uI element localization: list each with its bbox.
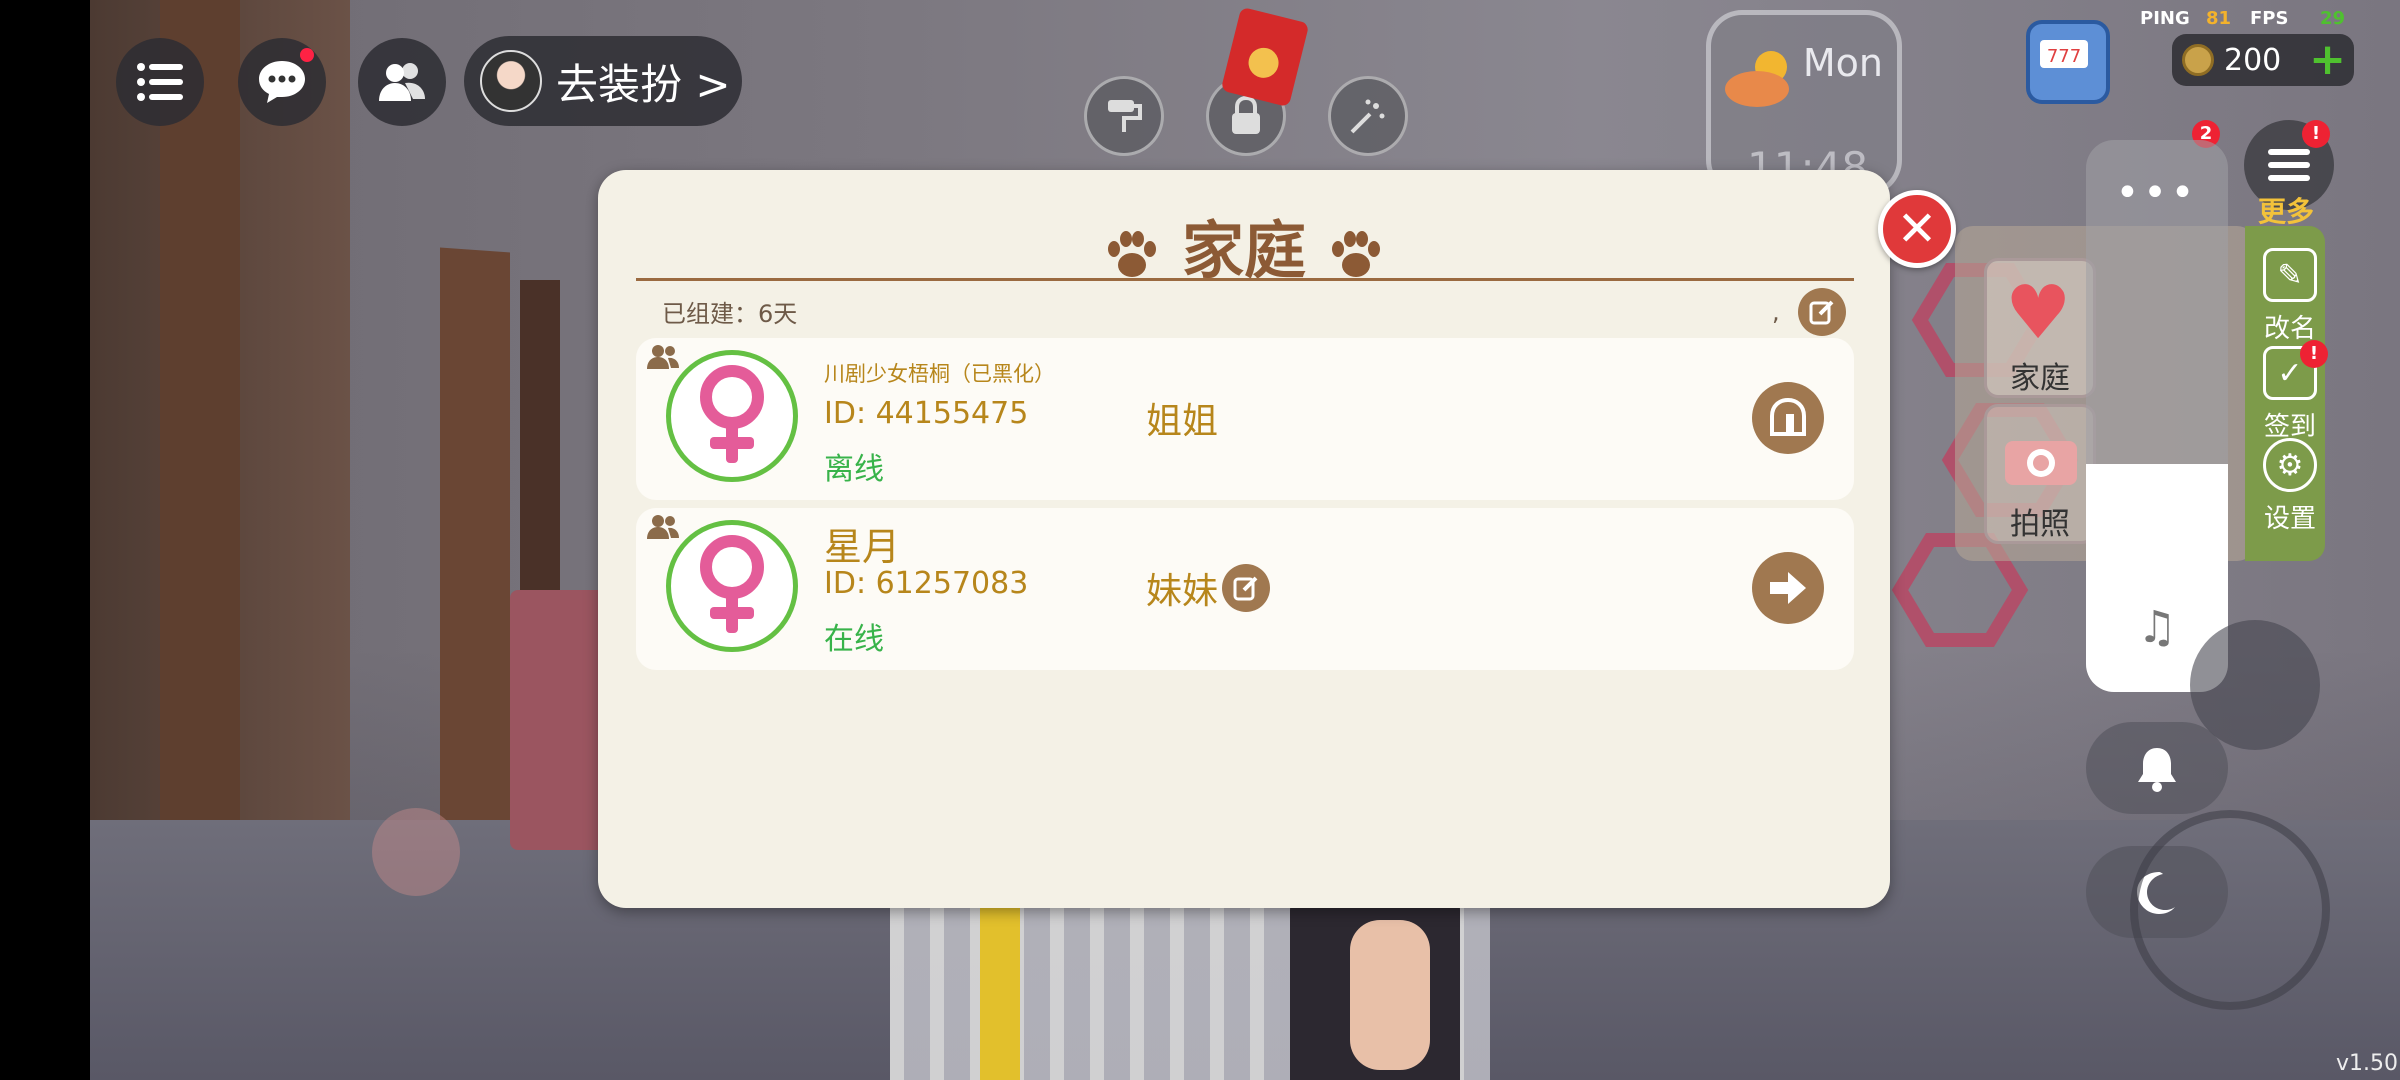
notification-dot — [300, 48, 314, 62]
settings-button[interactable]: ⚙ 设置 — [2240, 438, 2340, 535]
dialog-title-row: 家庭 — [598, 200, 1890, 290]
settings-label: 设置 — [2263, 504, 2316, 534]
member-card: 星月 ID: 61257083 在线 妹妹 — [636, 508, 1854, 670]
lock-icon — [1232, 96, 1260, 134]
family-tile-label: 家庭 — [2010, 361, 2070, 396]
more-alert-badge: ! — [2302, 120, 2330, 148]
member-relation: 姐姐 — [1146, 401, 1219, 442]
rename-label: 改名 — [2263, 314, 2316, 344]
ping-label: PING — [2140, 8, 2190, 29]
member-card: 川剧少女梧桐（已黑化） ID: 44155475 离线 姐姐 — [636, 338, 1854, 500]
gear-icon: ⚙ — [2263, 438, 2317, 492]
jump-joystick[interactable] — [2130, 810, 2330, 1010]
add-coins-button[interactable]: + — [2309, 38, 2346, 82]
friends-icon — [379, 63, 425, 101]
friends-button[interactable] — [358, 38, 446, 126]
member-name: 星月 — [824, 525, 901, 569]
female-icon — [700, 365, 764, 463]
member-avatar[interactable] — [666, 350, 798, 482]
coin-balance: 200 + — [2172, 34, 2354, 86]
coin-amount: 200 — [2224, 42, 2282, 78]
heart-icon: ♥ — [2005, 270, 2072, 356]
paint-roller-icon — [1108, 100, 1142, 132]
close-icon: ✕ — [1896, 201, 1938, 257]
group-icon — [647, 515, 679, 539]
dialog-title: 家庭 — [1181, 214, 1306, 287]
member-avatar[interactable] — [666, 520, 798, 652]
family-dialog: 家庭 已组建：6天 , 川剧少女梧桐（已黑化） ID: 44155475 离线 — [598, 170, 1890, 908]
more-dots-icon[interactable]: ••• — [2086, 170, 2228, 216]
paint-roller-button[interactable] — [1084, 76, 1164, 156]
family-founded-text: 已组建：6天 — [662, 300, 798, 328]
backpack-button[interactable] — [2190, 620, 2320, 750]
member-status: 在线 — [824, 622, 884, 657]
slot-machine-button[interactable]: 777 — [2026, 20, 2110, 104]
group-icon — [647, 345, 679, 369]
photo-tile-button[interactable]: 拍照 — [1984, 404, 2096, 544]
edit-family-button[interactable] — [1798, 288, 1846, 336]
title-divider — [636, 278, 1854, 281]
list-icon — [2268, 149, 2310, 181]
member-status: 离线 — [824, 452, 884, 487]
arrow-right-icon — [1770, 572, 1806, 604]
coin-icon — [2182, 44, 2214, 76]
knock-door-button[interactable] — [1752, 382, 1824, 454]
bell-button[interactable] — [2086, 722, 2228, 814]
photo-tile-label: 拍照 — [2010, 507, 2070, 542]
paw-icon — [1332, 230, 1380, 277]
family-tile-button[interactable]: ♥ 家庭 — [1984, 258, 2096, 398]
member-id: ID: 61257083 — [824, 566, 1029, 601]
edit-relation-button[interactable] — [1222, 564, 1270, 612]
player-hand — [1350, 920, 1430, 1070]
weather-day: Mon — [1802, 41, 1883, 85]
slot-machine-icon: 777 — [2040, 40, 2088, 68]
ping-value: 81 — [2206, 8, 2232, 29]
dress-up-button[interactable]: 去装扮 > — [464, 36, 742, 126]
chat-icon — [259, 61, 305, 103]
menu-button[interactable] — [116, 38, 204, 126]
sun-cloud-icon — [1725, 51, 1789, 107]
close-dialog-button[interactable]: ✕ — [1878, 190, 1956, 268]
fps-label: FPS — [2250, 8, 2289, 29]
yellow-pole — [980, 900, 1020, 1080]
svg-text:777: 777 — [2047, 46, 2081, 67]
member-relation: 妹妹 — [1146, 571, 1219, 612]
female-icon — [700, 535, 764, 633]
menu-icon — [137, 63, 183, 101]
member-name: 川剧少女梧桐（已黑化） — [824, 362, 1055, 386]
signin-alert-badge: ! — [2300, 340, 2328, 368]
fps-value: 29 — [2320, 8, 2346, 29]
fireworks-button[interactable] — [1328, 76, 1408, 156]
fireworks-icon — [1350, 99, 1385, 134]
go-to-member-button[interactable] — [1752, 552, 1824, 624]
player-avatar — [480, 50, 542, 112]
quick-volume-panel[interactable]: ••• ♫ — [2086, 140, 2228, 692]
member-id: ID: 44155475 — [824, 396, 1029, 431]
bell-icon — [2138, 748, 2176, 792]
dress-up-label: 去装扮 > — [556, 59, 731, 109]
version-label: v1.50 — [2335, 1051, 2398, 1076]
paw-action-button[interactable] — [372, 808, 460, 896]
edit-icon — [1809, 300, 1834, 325]
founded-comma: , — [1772, 298, 1780, 326]
rename-button[interactable]: ✎ 改名 — [2240, 248, 2340, 345]
paw-icon — [1107, 230, 1156, 277]
edit-icon — [1233, 576, 1258, 601]
camera-icon — [2005, 441, 2077, 485]
door-icon — [1770, 397, 1806, 436]
weather-clock-widget: Mon 11:48 — [1706, 10, 1902, 196]
edit-icon: ✎ — [2263, 248, 2317, 302]
more-label: 更多 — [2258, 195, 2315, 228]
chat-button[interactable] — [238, 38, 326, 126]
